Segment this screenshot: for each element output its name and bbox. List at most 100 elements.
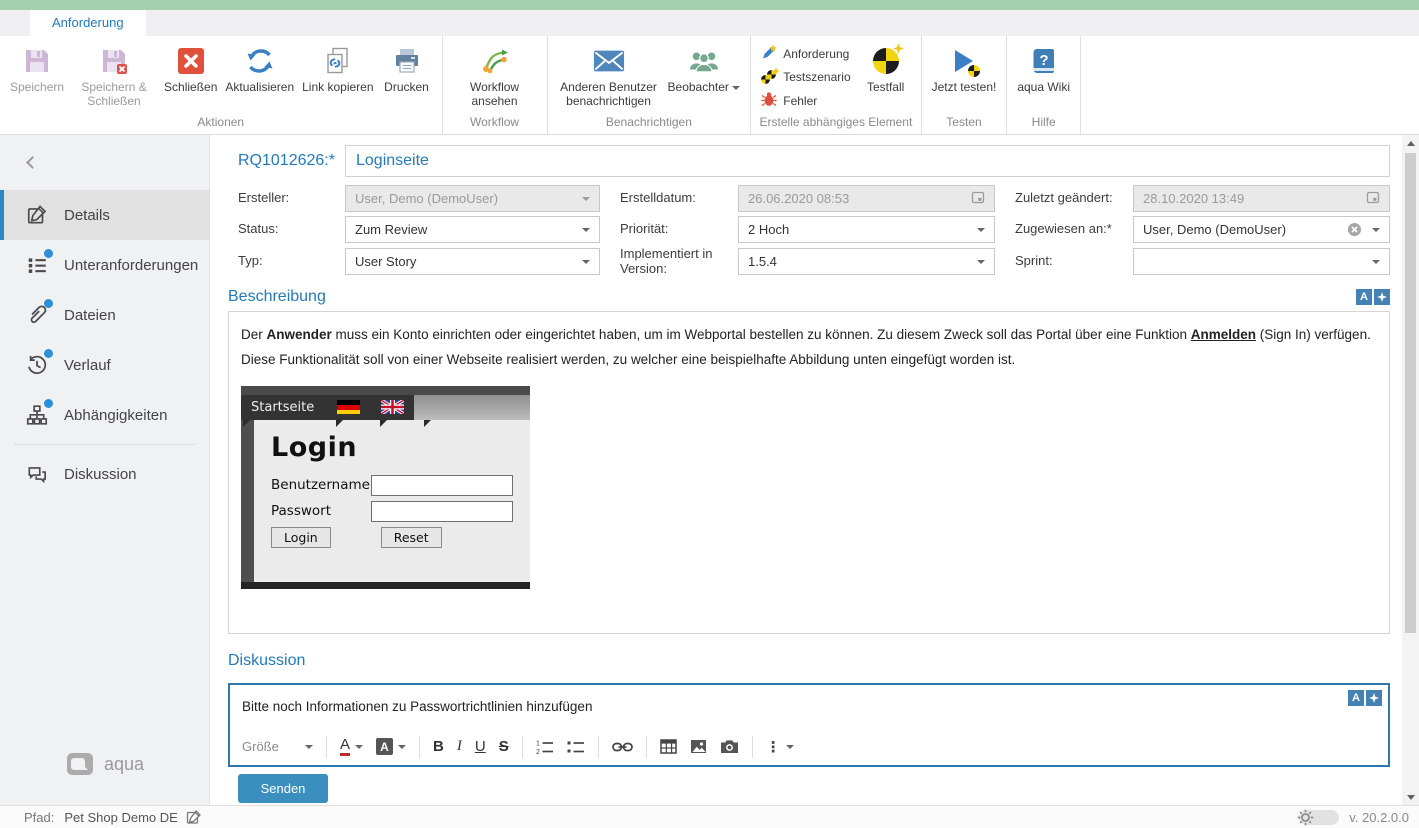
tab-anforderung[interactable]: Anforderung: [30, 10, 146, 36]
underline-button[interactable]: U: [475, 738, 486, 755]
status-bar: Pfad: Pet Shop Demo DE v. 20.2.0.0: [0, 805, 1419, 828]
view-workflow-button[interactable]: Workflow ansehen: [449, 42, 541, 112]
sidebar-item-label: Details: [64, 207, 110, 224]
notify-user-button[interactable]: Anderen Benutzer benachrichtigen: [554, 42, 664, 112]
sprint-select[interactable]: [1133, 248, 1390, 275]
sidebar-item-unteranforderungen[interactable]: Unteranforderungen: [0, 240, 209, 290]
settings-gear-button[interactable]: [1299, 810, 1339, 825]
translate-a-icon[interactable]: A: [1348, 690, 1364, 706]
ribbon-toolbar: Speichern Speichern & Schließen Schließe…: [0, 36, 1419, 135]
translate-lang-icon[interactable]: [1366, 690, 1382, 706]
test-now-icon: [948, 45, 980, 77]
edit-path-icon[interactable]: [186, 809, 202, 825]
requirement-id-label: RQ1012626:*: [238, 152, 345, 170]
test-now-button[interactable]: Jetzt testen!: [928, 42, 1001, 98]
svg-text:1: 1: [536, 740, 540, 747]
create-requirement-label: Anforderung: [783, 47, 849, 61]
scroll-down-arrow[interactable]: [1402, 789, 1419, 805]
chevron-down-icon: [582, 228, 590, 232]
scrollbar-thumb[interactable]: [1405, 153, 1416, 633]
ordered-list-icon[interactable]: 12: [536, 739, 554, 755]
bold-button[interactable]: B: [433, 738, 444, 755]
beschreibung-header: Beschreibung A: [228, 285, 1390, 309]
mock-tab-startseite: Startseite: [241, 395, 326, 420]
details-content: RQ1012626:* Ersteller: User, Demo (DemoU…: [210, 135, 1419, 805]
typ-select[interactable]: User Story: [345, 248, 600, 275]
clear-value-icon[interactable]: [1347, 222, 1362, 237]
insert-image-icon[interactable]: [690, 739, 707, 754]
zuletzt-geaendert-field: 28.10.2020 13:49: [1133, 185, 1390, 212]
bug-icon: [761, 91, 777, 110]
create-requirement-item[interactable]: Anforderung: [761, 44, 850, 63]
refresh-label: Aktualisieren: [225, 81, 294, 95]
ribbon-group-hilfe: ? aqua Wiki Hilfe: [1007, 36, 1081, 134]
list-icon: [26, 254, 48, 276]
translate-lang-icon[interactable]: [1374, 289, 1390, 305]
insert-link-icon[interactable]: [612, 741, 633, 753]
refresh-button[interactable]: Aktualisieren: [221, 42, 298, 98]
watchers-button[interactable]: Beobachter: [664, 42, 745, 98]
field-label-status: Status:: [238, 222, 345, 237]
strikethrough-button[interactable]: S: [499, 738, 509, 755]
version-label: v. 20.2.0.0: [1349, 810, 1409, 825]
watchers-label: Beobachter: [668, 81, 741, 95]
italic-button[interactable]: I: [457, 738, 462, 755]
ribbon-tab-bar: Anforderung: [0, 10, 1419, 36]
sidebar-divider: [14, 444, 195, 445]
chevron-down-icon: [977, 228, 985, 232]
version-select[interactable]: 1.5.4: [738, 248, 995, 275]
highlight-color-button[interactable]: A: [376, 738, 406, 755]
create-defect-item[interactable]: Fehler: [761, 91, 850, 110]
testcase-pie-icon: [870, 45, 902, 77]
insert-table-icon[interactable]: [660, 739, 677, 754]
prioritaet-select[interactable]: 2 Hoch: [738, 216, 995, 243]
send-comment-button[interactable]: Senden: [238, 774, 328, 803]
vertical-scrollbar[interactable]: [1402, 135, 1419, 805]
font-color-button[interactable]: A: [340, 737, 363, 756]
print-button[interactable]: Drucken: [378, 42, 436, 98]
aqua-wiki-button[interactable]: ? aqua Wiki: [1013, 42, 1074, 98]
ribbon-group-testen: Jetzt testen! Testen: [922, 36, 1008, 134]
mock-tab-notch: [243, 420, 250, 427]
zugewiesen-select[interactable]: User, Demo (DemoUser): [1133, 216, 1390, 243]
mock-body: Login Benutzername Passwort Login: [241, 420, 530, 582]
beschreibung-title: Beschreibung: [228, 288, 1356, 306]
sidebar-item-details[interactable]: Details: [0, 190, 209, 240]
save-and-close-icon: [98, 45, 130, 77]
translate-a-icon[interactable]: A: [1356, 289, 1372, 305]
translate-buttons: A: [1356, 289, 1390, 305]
screenshot-camera-icon[interactable]: [720, 739, 739, 754]
sidebar-item-verlauf[interactable]: Verlauf: [0, 340, 209, 390]
sidebar: Details Unteranforderungen Dateien: [0, 135, 210, 805]
description-editor-area[interactable]: Der Anwender muss ein Konto einrichten o…: [228, 311, 1390, 634]
svg-text:2: 2: [536, 749, 540, 755]
create-testcase-button[interactable]: Testfall: [857, 42, 915, 98]
sidebar-item-dateien[interactable]: Dateien: [0, 290, 209, 340]
notification-dot: [44, 299, 53, 308]
more-options-button[interactable]: ⋮: [766, 738, 794, 756]
calendar-icon: [971, 190, 985, 207]
close-button[interactable]: Schließen: [160, 42, 221, 98]
sidebar-item-abhaengigkeiten[interactable]: Abhängigkeiten: [0, 390, 209, 440]
close-icon: [175, 45, 207, 77]
title-input[interactable]: [345, 145, 1390, 177]
create-testcase-label: Testfall: [867, 81, 904, 95]
comment-text[interactable]: Bitte noch Informationen zu Passwortrich…: [242, 699, 1376, 714]
scroll-up-arrow[interactable]: [1402, 135, 1419, 151]
mock-tab-notch: [424, 420, 431, 427]
create-testscenario-item[interactable]: Testszenario: [761, 70, 850, 84]
mock-reset-button: Reset: [381, 527, 442, 548]
copy-link-button[interactable]: Link kopieren: [298, 42, 377, 98]
chevron-down-icon: [1372, 260, 1380, 264]
status-select[interactable]: Zum Review: [345, 216, 600, 243]
group-label-hilfe: Hilfe: [1009, 113, 1078, 134]
test-now-label: Jetzt testen!: [932, 81, 997, 95]
sidebar-collapse-chevron[interactable]: [22, 153, 42, 173]
translate-buttons: A: [1348, 690, 1382, 706]
font-size-dropdown[interactable]: Größe: [242, 739, 313, 754]
sidebar-item-diskussion[interactable]: Diskussion: [0, 449, 209, 499]
comment-editor[interactable]: A Bitte noch Informationen zu Passwortri…: [228, 683, 1390, 767]
group-label-testen: Testen: [924, 113, 1005, 134]
path-label: Pfad:: [24, 810, 54, 825]
bullet-list-icon[interactable]: [567, 739, 585, 755]
